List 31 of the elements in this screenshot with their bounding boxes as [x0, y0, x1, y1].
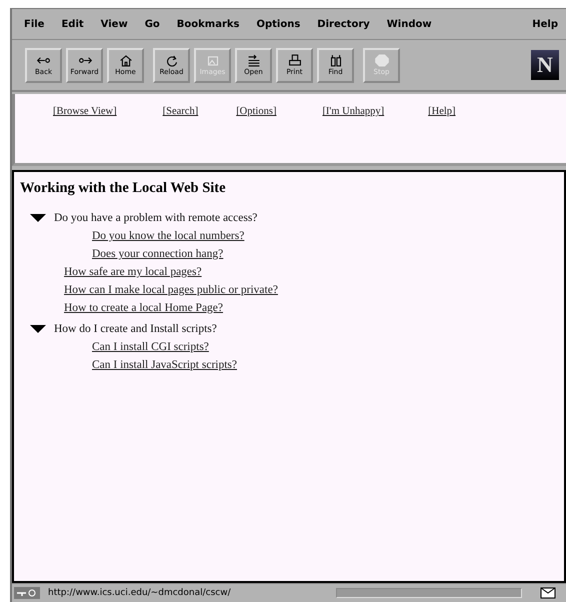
logo-icon: N: [531, 50, 559, 80]
section-heading: Do you have a problem with remote access?: [54, 212, 258, 224]
question-link[interactable]: Can I install JavaScript scripts?: [30, 359, 558, 371]
nav-link[interactable]: [Search]: [162, 106, 198, 117]
nav-link[interactable]: [I'm Unhappy]: [322, 106, 384, 117]
key-icon: [14, 587, 40, 599]
page-title: Working with the Local Web Site: [20, 180, 227, 197]
question-link[interactable]: How can I make local pages public or private?: [30, 284, 558, 296]
question-link[interactable]: Do you know the local numbers?: [30, 230, 558, 242]
question-link[interactable]: Can I install CGI scripts?: [30, 341, 558, 353]
menu-item[interactable]: Bookmarks: [176, 18, 240, 30]
menu-item[interactable]: Options: [256, 18, 300, 30]
nav-link[interactable]: [Browse View]: [53, 106, 117, 117]
mail-icon[interactable]: [540, 587, 556, 599]
nav-link[interactable]: [Help]: [428, 106, 456, 117]
triangle-icon[interactable]: [30, 325, 46, 333]
menu-item[interactable]: Directory: [317, 18, 370, 30]
stop-icon: [372, 54, 390, 67]
menu-item[interactable]: Go: [144, 18, 160, 30]
question-link[interactable]: How safe are my local pages?: [30, 266, 558, 278]
nav-link[interactable]: [Options]: [236, 106, 276, 117]
triangle-icon[interactable]: [30, 214, 46, 222]
question-link[interactable]: How to create a local Home Page?: [30, 302, 558, 314]
menu-item[interactable]: File: [24, 18, 44, 30]
menu-item[interactable]: Window: [386, 18, 432, 30]
section-heading: How do I create and Install scripts?: [54, 323, 217, 335]
menu-item[interactable]: Help: [532, 18, 558, 30]
menu-item[interactable]: View: [100, 18, 128, 30]
menu-item[interactable]: Edit: [61, 18, 84, 30]
status-url: http://www.ics.uci.edu/~dmcdonal/cscw/: [48, 588, 232, 598]
question-link[interactable]: Does your connection hang?: [30, 248, 558, 260]
